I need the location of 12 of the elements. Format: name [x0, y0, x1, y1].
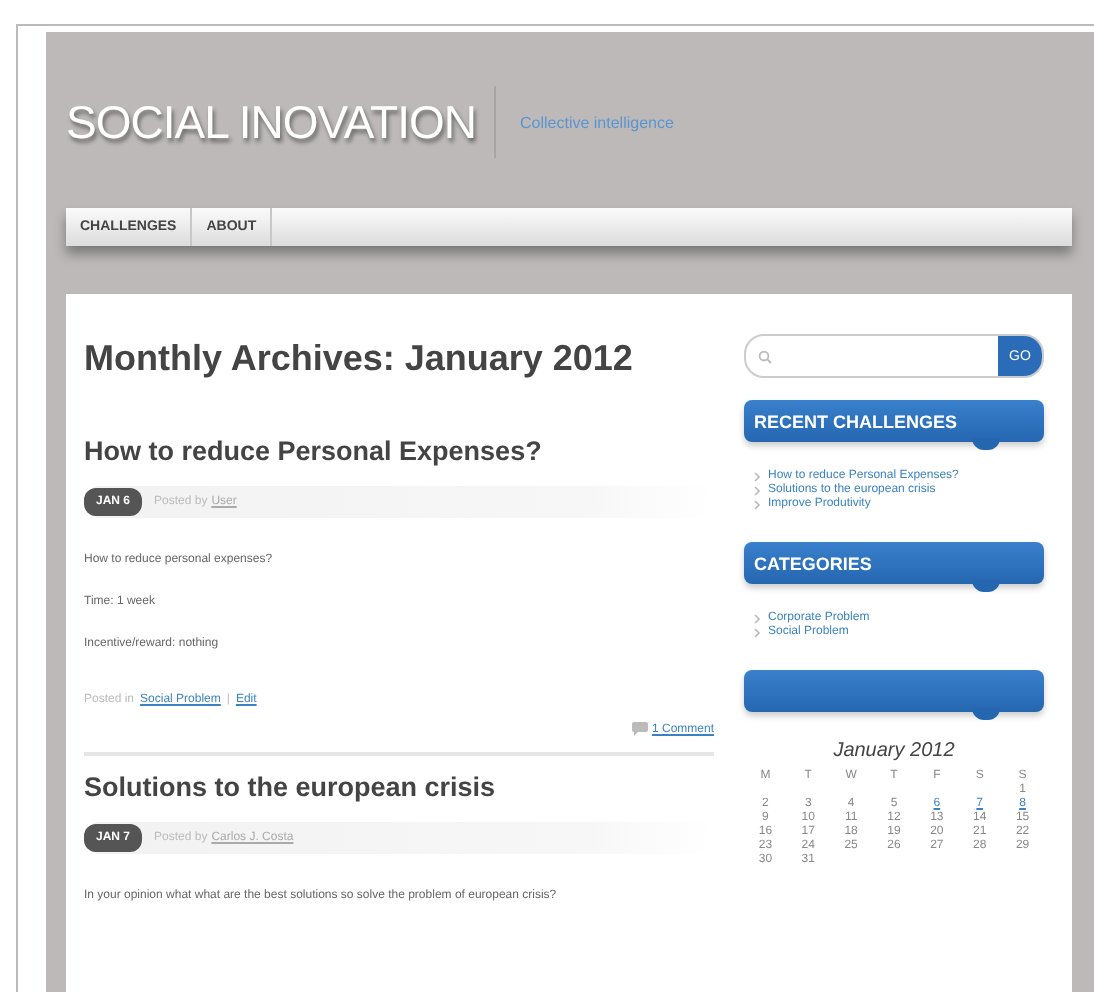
- speech-bubble-icon: [631, 722, 648, 736]
- search-icon: [758, 349, 772, 363]
- page-title: Monthly Archives: January 2012: [84, 338, 635, 380]
- post-title[interactable]: How to reduce Personal Expenses?: [84, 436, 714, 466]
- post-title[interactable]: Solutions to the european crisis: [84, 772, 714, 802]
- widget-title: CATEGORIES: [754, 553, 872, 573]
- site-tagline: Collective intelligence: [520, 113, 674, 131]
- header-tail: [972, 438, 1000, 450]
- header-tail: [972, 580, 1000, 592]
- calendar-caption: January 2012: [831, 740, 957, 762]
- header-tail: [972, 708, 1000, 720]
- widget-title: RECENT CHALLENGES: [754, 411, 958, 431]
